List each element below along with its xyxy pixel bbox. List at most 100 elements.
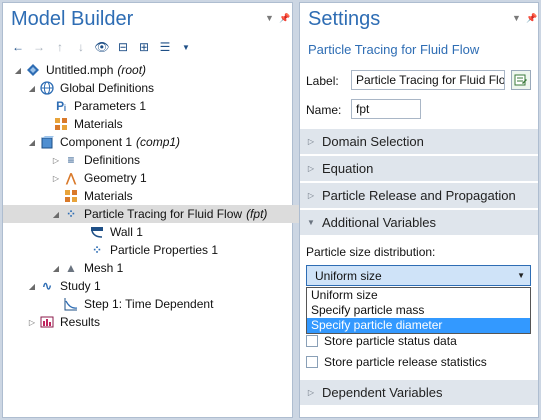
wall-icon [89,224,105,240]
move-up-icon[interactable]: ↑ [51,39,69,55]
view-options-icon[interactable]: ☰ [156,39,174,55]
tree-item-geometry[interactable]: ▷ ⋀ Geometry 1 [3,169,340,187]
tree-item-results[interactable]: ▷ Results [3,313,316,331]
materials-icon [63,188,79,204]
definitions-icon: ≡ [67,153,75,167]
checkbox-box[interactable] [306,356,318,368]
back-arrow-icon[interactable]: ← [9,39,27,55]
expand-toggle-icon[interactable]: ▷ [51,174,61,183]
edit-label-button[interactable] [511,70,531,90]
particle-size-distribution-select[interactable]: Uniform size ▼ [306,265,531,286]
tree-item-label: Global Definitions [60,81,155,95]
settings-subtitle: Particle Tracing for Fluid Flow [308,42,480,57]
tree-item-tag: (fpt) [246,207,268,221]
tree-item-label: Component 1 [60,135,133,149]
collapse-arrow-icon: ▼ [307,218,315,227]
section-label: Equation [322,161,374,176]
mesh-icon: ▲ [65,261,77,275]
section-particle-release[interactable]: ▷ Particle Release and Propagation [300,182,538,208]
label-caption: Label: [306,74,339,88]
edit-label-icon [514,74,527,86]
expand-arrow-icon: ▷ [307,388,315,397]
tree-item-label: Step 1: Time Dependent [84,297,214,311]
checkbox-label: Store particle status data [324,334,457,348]
collapse-toggle-icon[interactable]: ◢ [27,282,37,291]
tree-item-materials[interactable]: Materials [3,115,342,133]
expand-arrow-icon: ▷ [307,164,315,173]
menu-arrow-icon[interactable]: ▼ [512,13,521,23]
show-icon[interactable]: 👁 [93,39,111,55]
collapse-toggle-icon[interactable]: ◢ [13,66,23,75]
tree-item-particle-tracing[interactable]: ◢ ⁘ Particle Tracing for Fluid Flow (fpt… [3,205,340,223]
store-release-checkbox[interactable]: Store particle release statistics [306,355,487,369]
section-dependent-variables[interactable]: ▷ Dependent Variables [300,379,538,405]
dropdown-arrow-icon: ▼ [517,271,525,280]
pin-icon[interactable]: 📌 [279,13,290,24]
tree-item-tag: (comp1) [136,135,181,149]
tree-item-label: Materials [74,117,123,131]
model-builder-toolbar: ← → ↑ ↓ 👁 ⊟ ⊞ ☰ ▼ [9,38,195,56]
component-icon [39,134,55,150]
tree-item-mesh[interactable]: ◢ ▲ Mesh 1 [3,259,340,277]
model-builder-title: Model Builder [11,8,134,30]
time-dependent-icon [63,296,79,312]
option-specify-diameter[interactable]: Specify particle diameter [307,318,530,333]
tree-item-label: Results [60,315,101,329]
option-uniform-size[interactable]: Uniform size [307,288,530,303]
tree-item-component[interactable]: ◢ Component 1 (comp1) [3,133,316,151]
pin-icon[interactable]: 📌 [526,13,537,24]
tree-item-parameters[interactable]: Pᵢ Parameters 1 [3,97,342,115]
particle-size-options: Uniform size Specify particle mass Speci… [306,287,531,334]
section-label: Domain Selection [322,134,424,149]
tree-item-study[interactable]: ◢ ∿ Study 1 [3,277,316,295]
study-icon: ∿ [41,279,53,293]
section-additional-variables[interactable]: ▼ Additional Variables [300,209,538,235]
expand-arrow-icon: ▷ [307,191,315,200]
collapse-toggle-icon[interactable]: ◢ [27,138,37,147]
tree-item-label: Particle Tracing for Fluid Flow [84,207,243,221]
section-label: Dependent Variables [322,385,443,400]
section-equation[interactable]: ▷ Equation [300,155,538,181]
expand-all-icon[interactable]: ⊞ [135,39,153,55]
tree-item-label: Study 1 [60,279,101,293]
collapse-toggle-icon[interactable]: ◢ [51,264,61,273]
expand-toggle-icon[interactable]: ▷ [27,318,37,327]
tree-item-label: Mesh 1 [84,261,124,275]
move-down-icon[interactable]: ↓ [72,39,90,55]
label-field[interactable]: Particle Tracing for Fluid Flo [351,70,505,90]
settings-title: Settings [308,8,381,30]
section-label: Additional Variables [322,215,436,230]
tree-item-root[interactable]: ◢ Untitled.mph (root) [3,61,302,79]
model-builder-panel: Model Builder ▼ 📌 ← → ↑ ↓ 👁 ⊟ ⊞ ☰ ▼ ◢ Un… [2,2,340,418]
option-specify-mass[interactable]: Specify particle mass [307,303,530,318]
forward-arrow-icon[interactable]: → [30,39,48,55]
tree-item-tag: (root) [117,63,147,77]
tree-item-label: Definitions [84,153,141,167]
combo-value: Uniform size [315,268,382,283]
name-caption: Name: [306,103,342,117]
particle-size-distribution-label: Particle size distribution: [306,245,436,259]
tree-item-label: Materials [84,189,133,203]
collapse-toggle-icon[interactable]: ◢ [51,210,61,219]
tree-item-label: Wall 1 [110,225,143,239]
name-field[interactable]: fpt [351,99,421,119]
store-status-checkbox[interactable]: Store particle status data [306,334,457,348]
tree-item-label: Geometry 1 [84,171,147,185]
tree-item-definitions[interactable]: ▷ ≡ Definitions [3,151,340,169]
tree-item-label: Untitled.mph [46,63,114,77]
checkbox-box[interactable] [306,335,318,347]
particle-tracing-icon: ⁘ [65,207,77,221]
expand-toggle-icon[interactable]: ▷ [51,156,61,165]
parameters-icon: Pᵢ [56,99,66,113]
tree-item-global-definitions[interactable]: ◢ Global Definitions [3,79,316,97]
checkbox-label: Store particle release statistics [324,355,487,369]
section-label: Particle Release and Propagation [322,188,516,203]
tree-item-label: Parameters 1 [74,99,147,113]
pin-icon[interactable]: ▼ [265,13,274,23]
settings-panel: Settings ▼ 📌 Particle Tracing for Fluid … [299,2,539,418]
expand-arrow-icon: ▷ [307,137,315,146]
collapse-all-icon[interactable]: ⊟ [114,39,132,55]
dropdown-arrow-icon[interactable]: ▼ [177,39,195,55]
section-domain-selection[interactable]: ▷ Domain Selection [300,128,538,154]
collapse-toggle-icon[interactable]: ◢ [27,84,37,93]
